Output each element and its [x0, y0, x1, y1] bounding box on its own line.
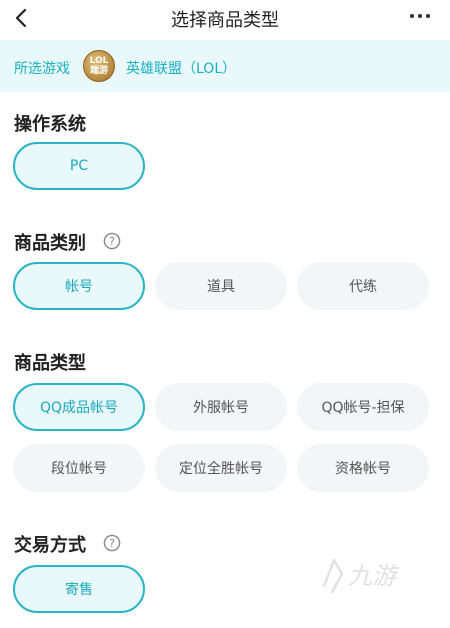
game-logo-text-top: LOL — [89, 56, 109, 66]
type-option-placement-win-account[interactable]: 定位全胜帐号 — [155, 444, 287, 492]
page-title: 选择商品类型 — [171, 10, 279, 31]
game-logo: LOL 端游 — [83, 50, 115, 82]
more-options-icon[interactable] — [408, 10, 432, 22]
jiuyou-watermark-logo: 九游 — [322, 558, 400, 594]
section-title-os: 操作系统 — [14, 114, 86, 135]
top-nav-bar: 选择商品类型 — [0, 0, 450, 40]
section-title-trade: 交易方式 — [14, 535, 86, 556]
type-option-qq-account-escrow[interactable]: QQ帐号-担保 — [297, 383, 429, 431]
os-option-pc[interactable]: PC — [13, 142, 145, 190]
help-icon[interactable]: ? — [103, 232, 121, 250]
section-title-category: 商品类别 — [14, 233, 86, 254]
type-option-qq-account[interactable]: QQ成品帐号 — [13, 383, 145, 431]
category-option-item[interactable]: 道具 — [155, 262, 287, 310]
type-option-qualification-account[interactable]: 资格帐号 — [297, 444, 429, 492]
help-icon[interactable]: ? — [103, 534, 121, 552]
category-option-boosting[interactable]: 代练 — [297, 262, 429, 310]
selected-game-label: 所选游戏 — [14, 61, 70, 77]
watermark-text: 九游 — [348, 562, 400, 590]
type-option-overseas-account[interactable]: 外服帐号 — [155, 383, 287, 431]
category-option-account[interactable]: 帐号 — [13, 262, 145, 310]
selected-game-name: 英雄联盟（LOL） — [126, 61, 237, 77]
svg-text:?: ? — [109, 537, 115, 550]
trade-option-consignment[interactable]: 寄售 — [13, 565, 145, 613]
svg-text:?: ? — [109, 235, 115, 248]
section-title-type: 商品类型 — [14, 353, 86, 374]
game-logo-text-bottom: 端游 — [89, 66, 108, 76]
type-option-rank-account[interactable]: 段位帐号 — [13, 444, 145, 492]
